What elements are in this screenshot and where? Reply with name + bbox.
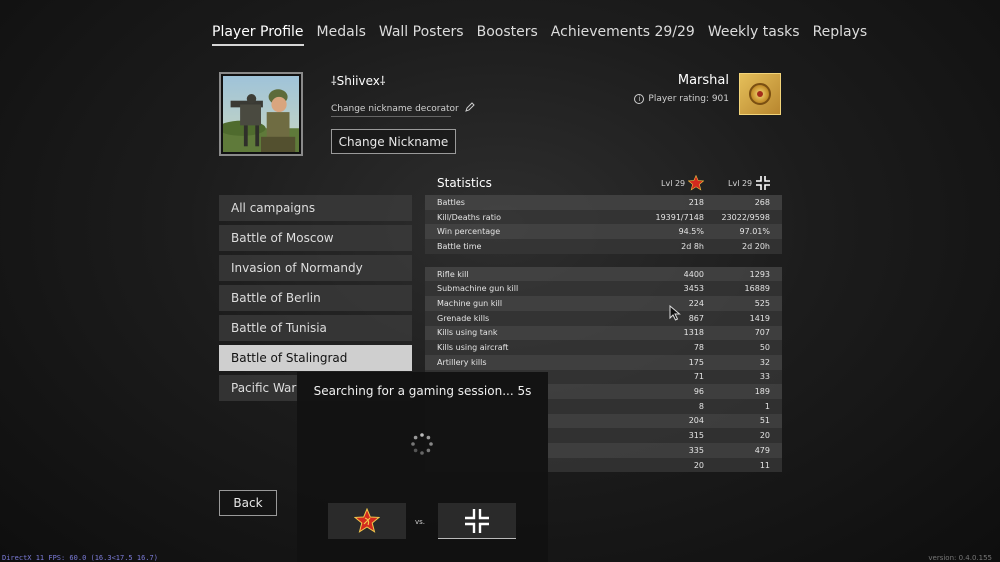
stat-row: Rifle kill 4400 1293 (425, 266, 782, 282)
stat-row: Submachine gun kill 3453 16889 (425, 281, 782, 297)
soldier-portrait-icon (223, 76, 299, 152)
allies-level: Lvl 29 (661, 175, 705, 191)
tab-wall-posters[interactable]: Wall Posters (379, 24, 464, 46)
player-nickname: ⸸Shiivex⸸ (331, 74, 386, 88)
player-avatar[interactable] (219, 72, 303, 156)
version-label: version: 0.4.0.155 (928, 554, 992, 562)
soviet-star-icon (688, 175, 705, 191)
player-rank: Marshal (677, 73, 729, 88)
allies-side[interactable] (328, 503, 406, 539)
stat-row: Win percentage 94.5% 97.01% (425, 224, 782, 240)
loading-spinner-icon (411, 433, 433, 455)
player-rating: i Player rating: 901 (634, 94, 729, 104)
back-button[interactable]: Back (219, 490, 277, 516)
campaign-battle-of-berlin[interactable]: Battle of Berlin (219, 285, 412, 311)
campaign-invasion-of-normandy[interactable]: Invasion of Normandy (219, 255, 412, 281)
nickname-decorator-label: Change nickname decorator (331, 103, 459, 114)
allies-level-label: Lvl 29 (661, 178, 686, 188)
campaign-all-campaigns[interactable]: All campaigns (219, 195, 412, 221)
tab-boosters[interactable]: Boosters (477, 24, 538, 46)
tab-weekly-tasks[interactable]: Weekly tasks (708, 24, 800, 46)
stat-row: Kills using aircraft 78 50 (425, 340, 782, 355)
stat-row: Kill/Deaths ratio 19391/7148 23022/9598 (425, 209, 782, 225)
pencil-icon (464, 102, 475, 115)
stat-row: Battle time 2d 8h 2d 20h (425, 239, 782, 254)
tab-achievements[interactable]: Achievements 29/29 (551, 24, 695, 46)
info-icon[interactable]: i (634, 94, 645, 104)
campaign-battle-of-moscow[interactable]: Battle of Moscow (219, 225, 412, 251)
stat-row: Battles 218 268 (425, 195, 782, 210)
matchmaking-status: Searching for a gaming session... 5s (313, 384, 532, 398)
statistics-title: Statistics (437, 176, 492, 190)
axis-level-label: Lvl 29 (728, 178, 753, 188)
stat-row: Kills using tank 1318 707 (425, 325, 782, 341)
statistics-header: Statistics Lvl 29 Lvl 29 (425, 172, 782, 194)
stat-row: Grenade kills 867 1419 (425, 310, 782, 326)
player-rating-label: Player rating: 901 (648, 94, 729, 104)
stat-row: Artillery kills 175 32 (425, 354, 782, 370)
stat-row: Machine gun kill 224 525 (425, 296, 782, 311)
rank-medal-icon[interactable] (739, 73, 781, 115)
change-nickname-button[interactable]: Change Nickname (331, 129, 456, 154)
decorator-underline (331, 116, 451, 117)
matchmaking-dialog: Searching for a gaming session... 5s vs. (297, 372, 548, 562)
soviet-star-hammer-sickle-icon (354, 508, 380, 533)
change-nickname-decorator[interactable]: Change nickname decorator (331, 102, 475, 115)
tab-medals[interactable]: Medals (317, 24, 366, 46)
axis-level: Lvl 29 (728, 175, 771, 191)
german-balkenkreuz-icon (465, 508, 489, 533)
fps-counter: DirectX 11 FPS: 60.0 (16.3<17.5 16.7) (2, 554, 158, 562)
mouse-cursor-icon (669, 305, 681, 321)
profile-tabs: Player Profile Medals Wall Posters Boost… (212, 24, 867, 46)
tab-player-profile[interactable]: Player Profile (212, 24, 304, 46)
campaign-battle-of-tunisia[interactable]: Battle of Tunisia (219, 315, 412, 341)
versus-label: vs. (415, 518, 426, 526)
german-cross-icon (756, 176, 771, 190)
campaign-battle-of-stalingrad[interactable]: Battle of Stalingrad (219, 345, 412, 371)
axis-side[interactable] (438, 503, 516, 539)
general-stats: Battles 218 268 Kill/Deaths ratio 19391/714… (425, 195, 782, 254)
tab-replays[interactable]: Replays (813, 24, 868, 46)
